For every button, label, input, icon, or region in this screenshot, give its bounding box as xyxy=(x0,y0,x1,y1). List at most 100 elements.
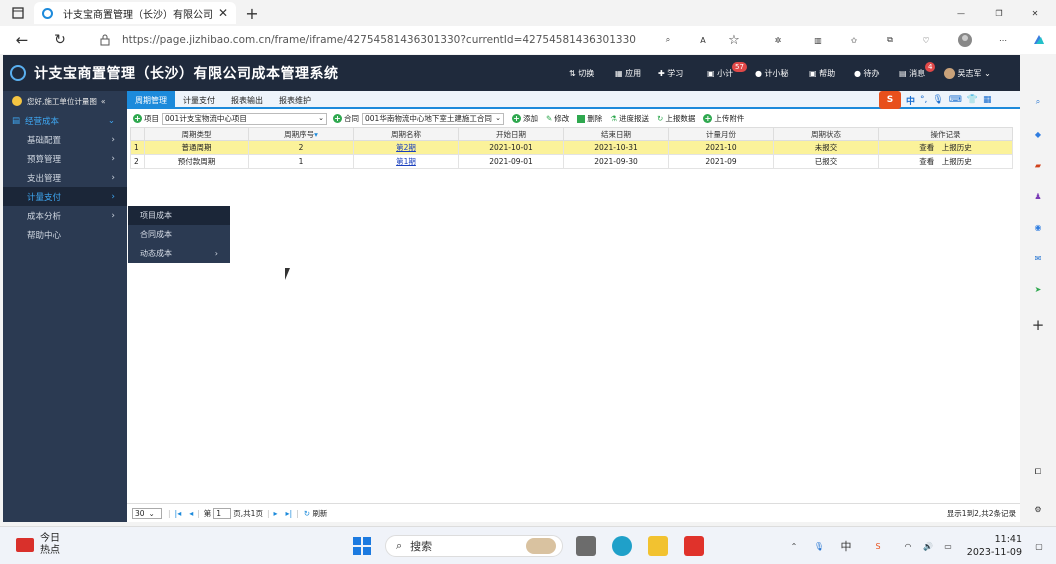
next-page-icon[interactable]: ▸ xyxy=(273,509,277,518)
cell-name[interactable]: 第2期 xyxy=(353,140,459,155)
table-row[interactable]: 2 预付款周期 1 第1期 2021-09-01 2021-09-30 2021… xyxy=(130,154,1013,169)
reload-icon[interactable]: ↻ xyxy=(50,31,70,49)
more-menu-icon[interactable]: ⋯ xyxy=(994,31,1012,49)
nav-secretary[interactable]: ● 计小秘 xyxy=(755,68,789,79)
flyout-item-contract-cost[interactable]: 合同成本 xyxy=(128,225,230,244)
zoom-icon[interactable]: ⌕ xyxy=(660,31,676,49)
restore-icon[interactable]: ❐ xyxy=(990,4,1008,22)
collections-icon[interactable]: ⧉ xyxy=(882,31,898,49)
settings-gear-icon[interactable]: ⚙ xyxy=(1029,500,1047,518)
header-cell[interactable]: 周期状态 xyxy=(773,127,879,141)
tray-sogou-icon[interactable]: S xyxy=(870,537,886,555)
header-cell[interactable]: 操作记录 xyxy=(878,127,1013,141)
nav-xiaoji[interactable]: ▣ 小计 xyxy=(707,68,733,79)
nav-apps[interactable]: ▦ 应用 xyxy=(615,68,641,79)
upload-attachment-button[interactable]: + 上传附件 xyxy=(703,113,744,124)
send-icon[interactable]: ➤ xyxy=(1029,280,1047,298)
tab-report-output[interactable]: 报表输出 xyxy=(223,91,271,109)
project-select[interactable]: 001计支宝物流中心项目 ⌄ xyxy=(162,112,327,125)
submit-data-button[interactable]: ↻ 上报数据 xyxy=(657,113,695,124)
task-view-icon[interactable] xyxy=(576,536,596,556)
screenshot-icon[interactable]: ⧠ xyxy=(1029,463,1047,481)
sidebar-item-payment[interactable]: 计量支付 › xyxy=(3,187,127,206)
sidebar-item-analysis[interactable]: 成本分析 › xyxy=(3,206,127,225)
cell-ops[interactable]: 查看 上报历史 xyxy=(878,154,1013,169)
tray-microphone-icon[interactable]: 🎙 xyxy=(812,537,826,555)
extensions-icon[interactable]: ✲ xyxy=(770,31,786,49)
delete-button[interactable]: 删除 xyxy=(577,113,602,124)
sidebar-group-cost[interactable]: ▤ 经营成本 ⌄ xyxy=(3,111,127,130)
page-size-select[interactable]: 30 ⌄ xyxy=(132,507,162,519)
microphone-icon[interactable]: 🎙 xyxy=(932,95,943,105)
close-tab-icon[interactable]: ✕ xyxy=(218,6,228,20)
file-explorer-icon[interactable] xyxy=(648,536,668,556)
tab-payment[interactable]: 计量支付 xyxy=(175,91,223,109)
tray-wifi-icon[interactable]: ◠ xyxy=(900,537,916,555)
read-aloud-icon[interactable]: A xyxy=(695,31,711,49)
tools-icon[interactable]: ▰ xyxy=(1029,156,1047,174)
prev-page-icon[interactable]: ◂ xyxy=(189,509,193,518)
cycle-name-link[interactable]: 第2期 xyxy=(396,143,416,152)
last-page-icon[interactable]: ▸| xyxy=(286,509,293,518)
news-widget[interactable]: 今日 热点 xyxy=(16,533,60,557)
browser-essentials-icon[interactable]: ♡ xyxy=(918,31,934,49)
skin-icon[interactable]: 👕 xyxy=(967,95,978,105)
sidebar-item-expense[interactable]: 支出管理 › xyxy=(3,168,127,187)
first-page-icon[interactable]: |◂ xyxy=(175,509,182,518)
tray-battery-icon[interactable]: ▭ xyxy=(940,537,956,555)
sidebar-item-basic-config[interactable]: 基础配置 › xyxy=(3,130,127,149)
taskbar-search[interactable]: ⌕ 搜索 xyxy=(385,535,563,557)
flyout-item-project-cost[interactable]: 项目成本 xyxy=(128,206,230,225)
add-icon[interactable]: + xyxy=(1029,316,1047,334)
sogou-icon[interactable]: S xyxy=(879,91,901,109)
nav-help[interactable]: ▣ 帮助 xyxy=(809,68,835,79)
back-icon[interactable]: ← xyxy=(12,31,32,49)
keyboard-icon[interactable]: ⌨ xyxy=(949,95,962,105)
punctuation-icon[interactable]: °, xyxy=(920,95,927,105)
notifications-icon[interactable]: ▢ xyxy=(1030,537,1048,555)
window-close-icon[interactable]: ✕ xyxy=(1026,4,1044,22)
tab-cycle-management[interactable]: 周期管理 xyxy=(127,91,175,109)
flyout-item-dynamic-cost[interactable]: 动态成本 › xyxy=(128,244,230,263)
header-cell[interactable]: 开始日期 xyxy=(458,127,564,141)
tray-volume-icon[interactable]: 🔊 xyxy=(920,537,936,555)
ime-mode[interactable]: 中 xyxy=(906,94,915,107)
profile-avatar-icon[interactable] xyxy=(956,31,974,49)
edge-icon[interactable] xyxy=(612,536,632,556)
browser-tab[interactable]: 计支宝商置管理（长沙）有限公司 ✕ xyxy=(34,2,236,24)
header-cell[interactable]: 周期名称 xyxy=(353,127,459,141)
cell-ops[interactable]: 查看 上报历史 xyxy=(878,140,1013,155)
wps-icon[interactable] xyxy=(684,536,704,556)
tab-report-maintain[interactable]: 报表维护 xyxy=(271,91,319,109)
split-screen-icon[interactable]: ▥ xyxy=(810,31,826,49)
refresh-button[interactable]: ↻ 刷新 xyxy=(304,508,328,519)
favorites-icon[interactable]: ✩ xyxy=(846,31,862,49)
cycle-name-link[interactable]: 第1期 xyxy=(396,157,416,166)
header-cell[interactable]: 结束日期 xyxy=(563,127,669,141)
header-cell[interactable]: 周期序号▾ xyxy=(248,127,354,141)
collapse-sidebar-icon[interactable]: « xyxy=(101,97,106,106)
nav-learn[interactable]: ✚ 学习 xyxy=(658,68,683,79)
contract-select[interactable]: 001华南物流中心地下室土建施工合同 ⌄ xyxy=(362,112,504,125)
outlook-icon[interactable]: ✉ xyxy=(1029,249,1047,267)
minimize-icon[interactable]: — xyxy=(952,4,970,22)
nav-switch[interactable]: ⇅ 切换 xyxy=(569,68,594,79)
office-icon[interactable]: ◉ xyxy=(1029,218,1047,236)
tray-clock[interactable]: 11:41 2023-11-09 xyxy=(966,533,1022,559)
search-icon[interactable]: ⌕ xyxy=(1029,93,1047,111)
copilot-icon[interactable] xyxy=(1030,31,1048,49)
page-input[interactable]: 1 xyxy=(213,507,232,519)
url-field[interactable]: https://page.jizhibao.com.cn/frame/ifram… xyxy=(96,29,746,51)
nav-todo[interactable]: ● 待办 xyxy=(854,68,880,79)
windows-start-icon[interactable] xyxy=(352,536,372,556)
games-icon[interactable]: ♟ xyxy=(1029,187,1047,205)
tray-chevron-up-icon[interactable]: ⌃ xyxy=(787,537,801,555)
nav-user[interactable]: 吴志军 ⌄ xyxy=(944,68,991,79)
header-cell[interactable]: 周期类型 xyxy=(144,127,249,141)
sidebar-item-budget[interactable]: 预算管理 › xyxy=(3,149,127,168)
nav-messages[interactable]: ▤ 消息 xyxy=(899,68,925,79)
table-row[interactable]: 1 普通周期 2 第2期 2021-10-01 2021-10-31 2021-… xyxy=(130,140,1013,155)
favorite-star-icon[interactable]: ☆ xyxy=(726,31,742,49)
edit-button[interactable]: ✎ 修改 xyxy=(546,113,569,124)
toolbox-icon[interactable]: ▦ xyxy=(983,95,992,105)
